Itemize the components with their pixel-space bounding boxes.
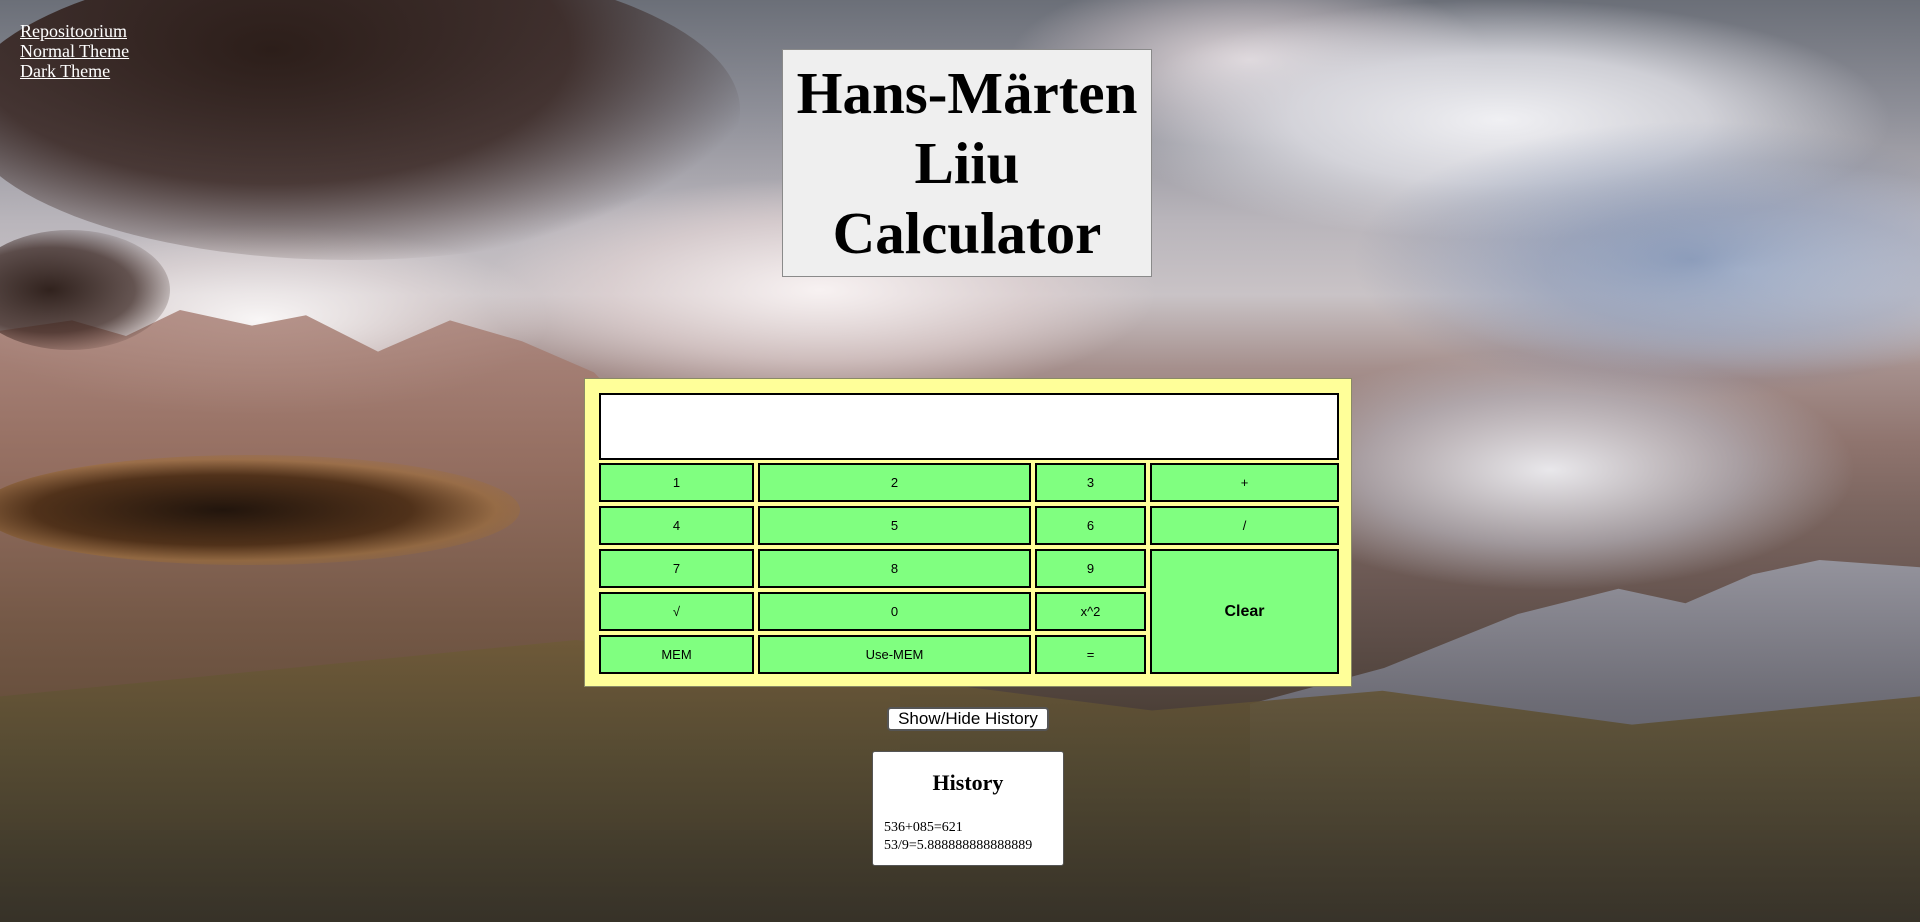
page-title-line1: Hans-Märten bbox=[796, 60, 1138, 126]
calculator-display[interactable] bbox=[599, 393, 1339, 460]
normal-theme-link[interactable]: Normal Theme bbox=[20, 41, 129, 61]
key-6-button[interactable]: 6 bbox=[1035, 506, 1146, 545]
divide-button[interactable]: / bbox=[1150, 506, 1339, 545]
history-list: 536+085=621 53/9=5.888888888888889 bbox=[884, 819, 1032, 855]
key-8-button[interactable]: 8 bbox=[758, 549, 1031, 588]
dark-theme-link[interactable]: Dark Theme bbox=[20, 61, 129, 81]
history-entry: 536+085=621 bbox=[884, 820, 963, 835]
key-0-button[interactable]: 0 bbox=[758, 592, 1031, 631]
clear-button[interactable]: Clear bbox=[1150, 549, 1339, 674]
use-mem-button[interactable]: Use-MEM bbox=[758, 635, 1031, 674]
history-entry: 53/9=5.888888888888889 bbox=[884, 838, 1033, 853]
square-button[interactable]: x^2 bbox=[1035, 592, 1146, 631]
calculator: 1 2 3 + 4 5 6 / 7 8 9 Clear √ 0 x^2 MEM … bbox=[584, 378, 1352, 687]
mem-button[interactable]: MEM bbox=[599, 635, 754, 674]
background-branch bbox=[0, 455, 520, 565]
key-7-button[interactable]: 7 bbox=[599, 549, 754, 588]
history-heading: History bbox=[932, 770, 1004, 795]
plus-button[interactable]: + bbox=[1150, 463, 1339, 502]
key-4-button[interactable]: 4 bbox=[599, 506, 754, 545]
key-1-button[interactable]: 1 bbox=[599, 463, 754, 502]
theme-nav: Repositoorium Normal Theme Dark Theme bbox=[20, 21, 129, 81]
equals-button[interactable]: = bbox=[1035, 635, 1146, 674]
key-3-button[interactable]: 3 bbox=[1035, 463, 1146, 502]
history-panel: History 536+085=621 53/9=5.8888888888888… bbox=[872, 751, 1064, 866]
page-title-line3: Calculator bbox=[832, 200, 1102, 266]
background-sky bbox=[1350, 120, 1920, 400]
repository-link[interactable]: Repositoorium bbox=[20, 21, 129, 41]
title-box: Hans-Märten Liiu Calculator bbox=[782, 49, 1152, 277]
sqrt-button[interactable]: √ bbox=[599, 592, 754, 631]
key-9-button[interactable]: 9 bbox=[1035, 549, 1146, 588]
toggle-history-button[interactable]: Show/Hide History bbox=[887, 707, 1049, 731]
page-title-line2: Liiu bbox=[914, 130, 1020, 196]
page-title: Hans-Märten Liiu Calculator bbox=[797, 58, 1138, 268]
key-5-button[interactable]: 5 bbox=[758, 506, 1031, 545]
key-2-button[interactable]: 2 bbox=[758, 463, 1031, 502]
